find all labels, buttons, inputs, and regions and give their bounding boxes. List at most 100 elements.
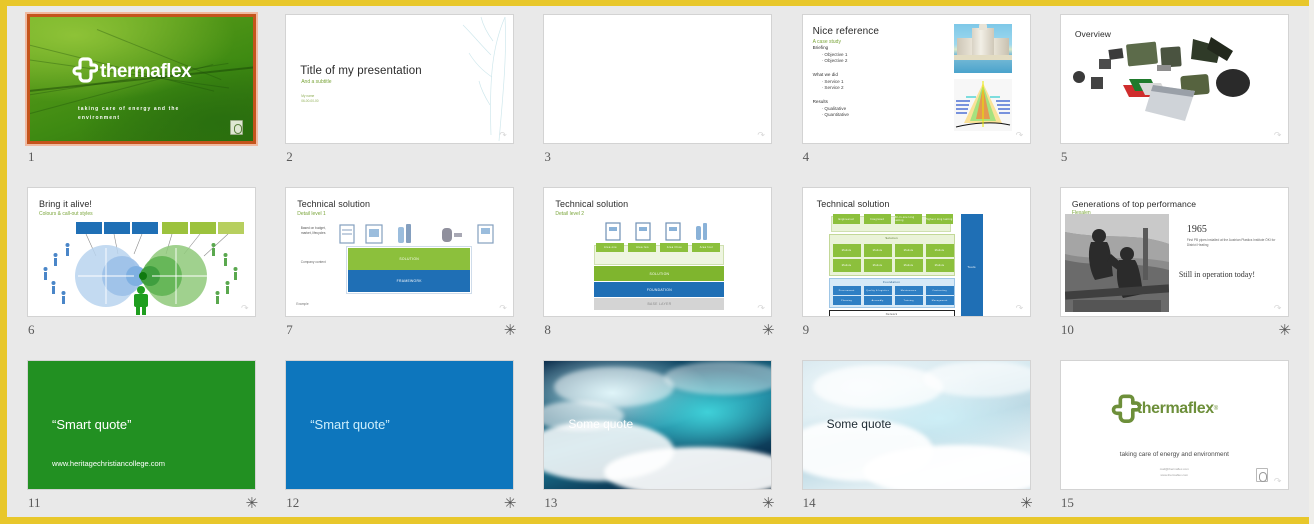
window-frame-right (1309, 0, 1314, 524)
slide-number: 4 (802, 149, 810, 164)
slide-canvas[interactable]: Title of my presentation And a subtitle … (285, 14, 515, 144)
slide-cell[interactable]: Technical solution Detail level 2 Area o… (534, 184, 792, 357)
slide-sorter-grid: thermaflex taking care of energy and the… (7, 6, 1309, 517)
animation-indicator-icon: ✳ (245, 495, 259, 512)
slide-cell[interactable]: Nice reference A case study Briefing Obj… (793, 11, 1051, 184)
slide-number: 10 (1060, 322, 1074, 337)
slide-thumbnail-5[interactable]: Overview ↷ (1059, 14, 1289, 144)
reference-chart-spectral (953, 79, 1012, 131)
slide-canvas[interactable]: thermaflex taking care of energy and the… (25, 12, 258, 146)
slide-cell[interactable]: Some quote 14 ✳ (793, 357, 1051, 524)
slide-cell[interactable]: Some quote 13 ✳ (534, 357, 792, 524)
slide-thumbnail-2[interactable]: Title of my presentation And a subtitle … (285, 14, 515, 144)
slide-canvas[interactable]: ↷ (543, 14, 773, 144)
slide-cell[interactable]: Bring it alive! Colours & call-out style… (18, 184, 276, 357)
slide-canvas[interactable]: Some quote (543, 360, 773, 490)
icon-strip (605, 222, 708, 241)
slide-number: 11 (28, 495, 41, 510)
slide-canvas[interactable]: Nice reference A case study Briefing Obj… (801, 14, 1031, 144)
slide-cell[interactable]: Title of my presentation And a subtitle … (276, 11, 534, 184)
slide-row: thermaflex taking care of energy and the… (18, 11, 1309, 184)
slide-cell[interactable]: “Smart quote” www.heritagechristiancolle… (18, 357, 276, 524)
logo-wordmark: thermaflex (100, 61, 192, 82)
slide-canvas[interactable]: “Smart quote” (285, 360, 515, 490)
corner-mark-icon: ↷ (757, 130, 765, 140)
base-layer-bar: BASE LAYER (594, 298, 725, 310)
slide-thumbnail-8[interactable]: Technical solution Detail level 2 Area o… (543, 187, 773, 317)
components-photo (1072, 37, 1250, 121)
grid-cell: Module (832, 244, 861, 257)
tools-sidebar: Tools (960, 214, 983, 316)
slide-number: 7 (286, 322, 293, 337)
grid-cell: Quality & logistics (863, 286, 892, 295)
slide-canvas[interactable]: thermaflex ® taking care of energy and e… (1059, 360, 1289, 490)
slide-title: Technical solution (297, 199, 371, 209)
bullet-item: Service 2 (822, 85, 849, 92)
slide-thumbnail-4[interactable]: Nice reference A case study Briefing Obj… (801, 14, 1031, 144)
grid-cell: Module (925, 244, 954, 257)
corner-mark-icon: ↷ (241, 303, 249, 313)
left-label-top: Based on budget, market, lifecycles (300, 226, 326, 235)
slide-thumbnail-7[interactable]: Technical solution Detail level 1 Based … (285, 187, 515, 317)
slide-thumbnail-9[interactable]: Technical solution Engineered Integrated… (801, 187, 1031, 317)
slide-canvas[interactable]: Some quote (801, 360, 1031, 490)
slide-number: 14 (802, 495, 816, 510)
slide-thumbnail-11[interactable]: “Smart quote” www.heritagechristiancolle… (27, 360, 256, 490)
slide-subtitle: Colours & call-out styles (39, 211, 93, 217)
top-box: Engineered (832, 214, 860, 224)
slide-cell[interactable]: thermaflex taking care of energy and the… (18, 11, 276, 184)
bullet-heading: Results (812, 98, 828, 104)
slide-title: Bring it alive! (39, 199, 93, 209)
slide-thumbnail-12[interactable]: “Smart quote” (285, 360, 515, 490)
slide-canvas[interactable]: Technical solution Detail level 1 Based … (285, 187, 515, 317)
grid-cell: Planning (832, 296, 861, 305)
slide-cell[interactable]: Technical solution Engineered Integrated… (793, 184, 1051, 357)
slide-thumbnail-13[interactable]: Some quote (543, 360, 773, 490)
top-box: Integrated (863, 214, 891, 224)
slide-canvas[interactable]: “Smart quote” www.heritagechristiancolle… (27, 360, 256, 490)
corner-mark-icon: ↷ (757, 303, 765, 313)
slide-title: Title of my presentation (300, 65, 422, 77)
slide-cell[interactable]: “Smart quote” 12 ✳ (276, 357, 534, 524)
slide-canvas[interactable]: Technical solution Detail level 2 Area o… (543, 187, 773, 317)
slide-cell[interactable]: ↷ 3 (534, 11, 792, 184)
animation-indicator-icon: ✳ (1020, 495, 1033, 512)
bullet-list: Briefing Objective 1 Objective 2 What we… (813, 45, 849, 126)
bullet-item: Objective 2 (822, 58, 849, 65)
slide-number: 9 (802, 322, 810, 337)
grid-cell: Contracting (925, 286, 954, 295)
slide-canvas[interactable]: Bring it alive! Colours & call-out style… (27, 187, 256, 317)
bullet-group: What we did Service 1 Service 2 (813, 72, 849, 92)
foundation-group-header: Foundation (883, 279, 901, 284)
corner-mark-icon: ↷ (1273, 476, 1282, 486)
top-box: Area two (628, 243, 657, 252)
slide-cell[interactable]: thermaflex ® taking care of energy and e… (1051, 357, 1309, 524)
venn-diagram (43, 222, 244, 315)
slide-canvas[interactable]: Generations of top performance Flexalen (1059, 187, 1289, 317)
grid-cell: Module (894, 244, 923, 257)
slide-cell[interactable]: Generations of top performance Flexalen (1051, 184, 1309, 357)
slide-cell[interactable]: Overview ↷ 5 (1051, 11, 1309, 184)
solution-group-header: Solution (885, 236, 898, 240)
slide-thumbnail-1[interactable]: thermaflex taking care of energy and the… (25, 12, 258, 146)
slide-thumbnail-6[interactable]: Bring it alive! Colours & call-out style… (27, 187, 256, 317)
slide-thumbnail-3[interactable]: ↷ (543, 14, 773, 144)
window-frame-left (0, 0, 7, 524)
animation-indicator-icon: ✳ (503, 322, 517, 339)
slide-thumbnail-10[interactable]: Generations of top performance Flexalen (1059, 187, 1289, 317)
logo-wordmark: thermaflex (1136, 400, 1214, 417)
slide-cell[interactable]: Technical solution Detail level 1 Based … (276, 184, 534, 357)
bullet-heading: Briefing (812, 45, 829, 50)
corner-mark-icon: ↷ (1015, 130, 1024, 140)
slide-canvas[interactable]: Technical solution Engineered Integrated… (801, 187, 1031, 317)
quote-url: www.heritagechristiancollege.com (52, 459, 165, 468)
slide-canvas[interactable]: Overview ↷ (1059, 14, 1289, 144)
slide-number: 13 (544, 495, 558, 510)
slide-thumbnail-15[interactable]: thermaflex ® taking care of energy and e… (1059, 360, 1289, 490)
slide-thumbnail-14[interactable]: Some quote (801, 360, 1031, 490)
thermaflex-mark-icon (1111, 394, 1141, 424)
grid-cell: Module (832, 259, 861, 272)
slide-number: 3 (544, 149, 551, 164)
grid-cell: Assembly (863, 296, 892, 305)
animation-indicator-icon: ✳ (762, 495, 775, 512)
